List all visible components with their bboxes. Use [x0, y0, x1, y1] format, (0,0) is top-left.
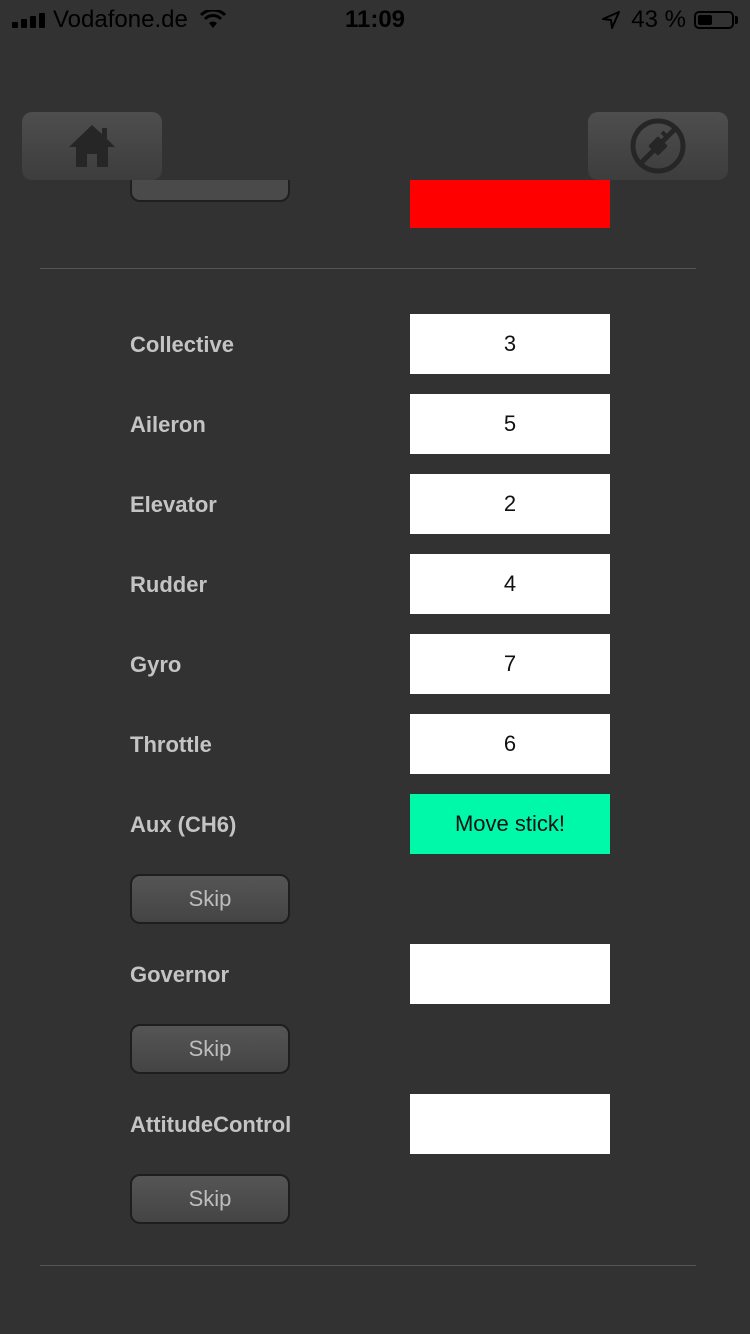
partial-status-box [410, 180, 610, 228]
channel-label-elevator: Elevator [130, 492, 217, 517]
channel-value-governor[interactable] [410, 944, 610, 1004]
status-right: 43 % [601, 6, 738, 34]
home-icon [69, 125, 115, 167]
disconnect-button[interactable] [588, 112, 728, 180]
divider-bottom [40, 1265, 696, 1266]
skip-button-aux[interactable]: Skip [130, 874, 290, 924]
channel-value-rudder[interactable]: 4 [410, 554, 610, 614]
battery-tip [735, 16, 738, 24]
status-bar: Vodafone.de 11:09 43 % [0, 0, 750, 40]
location-arrow-icon [602, 11, 621, 29]
channel-label-collective: Collective [130, 332, 234, 357]
disconnect-icon [630, 118, 686, 174]
channel-value-aux[interactable]: Move stick! [410, 794, 610, 854]
channel-label-aileron: Aileron [130, 412, 206, 437]
channel-label-rudder: Rudder [130, 572, 207, 597]
channel-label-gyro: Gyro [130, 652, 182, 677]
channel-label-attitude-control: AttitudeControl [130, 1112, 292, 1137]
channel-label-governor: Governor [130, 962, 230, 987]
skip-button-governor[interactable]: Skip [130, 1024, 290, 1074]
channel-value-attitude-control[interactable] [410, 1094, 610, 1154]
battery-icon [694, 11, 734, 29]
channel-label-throttle: Throttle [130, 732, 212, 757]
home-button[interactable] [22, 112, 162, 180]
battery-percent: 43 % [631, 6, 686, 33]
channel-value-collective[interactable]: 3 [410, 314, 610, 374]
channel-label-aux: Aux (CH6) [130, 812, 237, 837]
channel-value-aileron[interactable]: 5 [410, 394, 610, 454]
channel-value-elevator[interactable]: 2 [410, 474, 610, 534]
skip-button-attitude-control[interactable]: Skip [130, 1174, 290, 1224]
divider-top [40, 268, 696, 269]
channel-value-gyro[interactable]: 7 [410, 634, 610, 694]
scrolled-content-top [0, 180, 750, 240]
channel-value-throttle[interactable]: 6 [410, 714, 610, 774]
partial-button[interactable] [130, 180, 290, 202]
battery-fill [698, 15, 712, 25]
